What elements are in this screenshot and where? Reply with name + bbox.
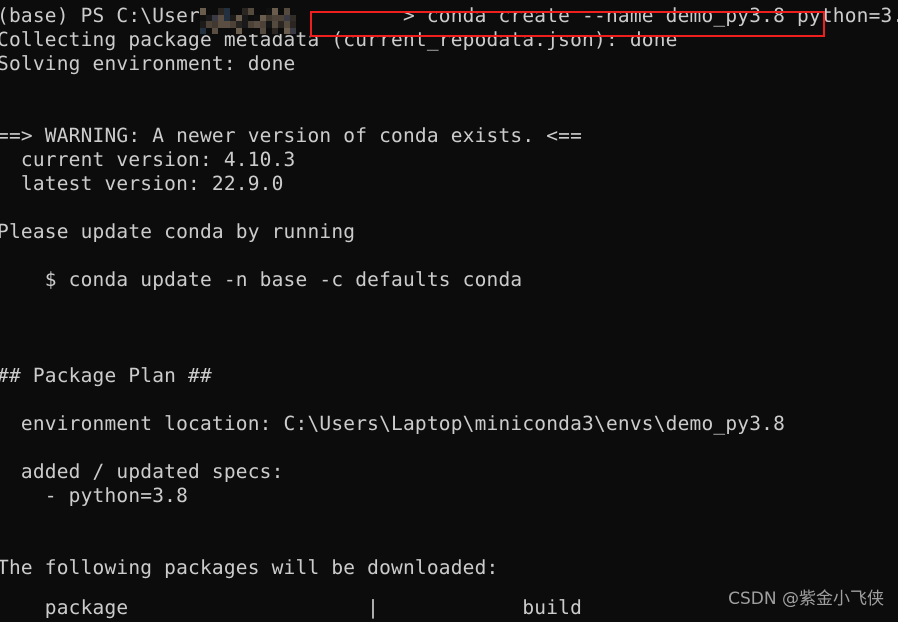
terminal-line: package | build [0, 596, 583, 619]
terminal-line: (base) PS C:\Users > conda create --name… [0, 4, 898, 27]
terminal-line: ==> WARNING: A newer version of conda ex… [0, 124, 583, 147]
terminal-window: (base) PS C:\Users > conda create --name… [0, 0, 898, 622]
redacted-username-mosaic [200, 8, 296, 34]
terminal-output-area[interactable]: (base) PS C:\Users > conda create --name… [0, 0, 898, 622]
terminal-line: environment location: C:\Users\Laptop\mi… [0, 412, 786, 435]
csdn-watermark: CSDN @紫金小飞侠 [728, 589, 884, 609]
mosaic-pixel [290, 27, 296, 34]
terminal-line: - python=3.8 [0, 484, 189, 507]
terminal-line: The following packages will be downloade… [0, 556, 499, 579]
terminal-line: $ conda update -n base -c defaults conda [0, 268, 523, 291]
terminal-line: current version: 4.10.3 [0, 148, 296, 171]
terminal-line: added / updated specs: [0, 460, 284, 483]
terminal-line: Solving environment: done [0, 52, 296, 75]
terminal-line: Collecting package metadata (current_rep… [0, 28, 678, 51]
terminal-line: latest version: 22.9.0 [0, 172, 284, 195]
terminal-line: ## Package Plan ## [0, 364, 212, 387]
terminal-line: Please update conda by running [0, 220, 356, 243]
